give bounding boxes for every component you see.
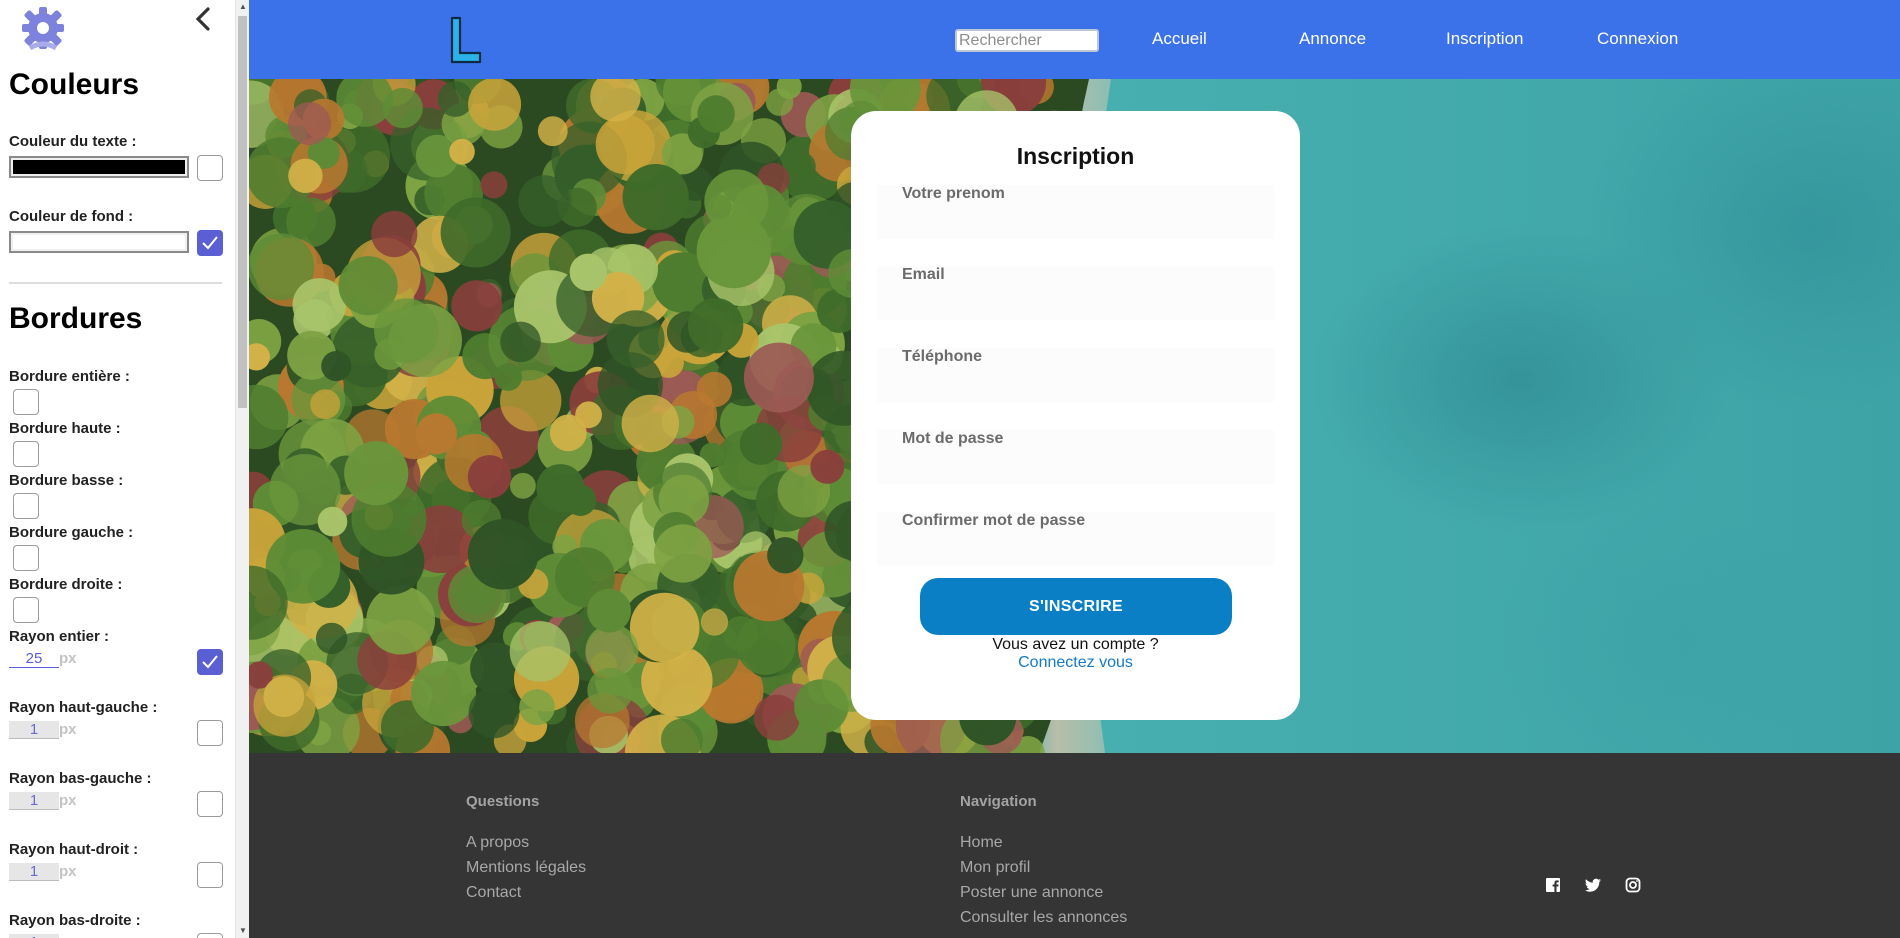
have-account-text: Vous avez un compte ? [992,636,1159,653]
border-bottom-checkbox[interactable] [13,493,39,519]
border-full-checkbox[interactable] [13,389,39,415]
radius-top-left-input[interactable]: 1 [9,721,59,739]
checkmark-icon [202,236,218,250]
nav-link-connexion[interactable]: Connexion [1597,29,1678,49]
phone-placeholder: Téléphone [902,348,983,365]
footer-heading-questions: Questions [466,793,540,810]
radius-top-right-unit: px [59,863,77,880]
radius-top-right-checkbox[interactable] [197,862,223,888]
firstname-field[interactable]: Votre prenom [877,185,1274,239]
scroll-down-arrow-icon[interactable]: ▼ [238,926,248,936]
password-placeholder: Mot de passe [902,430,1004,447]
footer-link-a-propos[interactable]: A propos [466,834,529,852]
border-right-label: Bordure droite : [9,576,123,593]
footer-link-poster[interactable]: Poster une annonce [960,884,1103,902]
nav-link-accueil[interactable]: Accueil [1152,29,1207,49]
email-placeholder: Email [902,266,945,283]
radius-full-label: Rayon entier : [9,628,110,645]
login-link[interactable]: Connectez vous [851,654,1300,672]
confirm-password-placeholder: Confirmer mot de passe [902,512,1086,529]
radius-bottom-left-unit: px [59,792,77,809]
radius-bottom-right-input[interactable]: 1 [9,934,59,938]
radius-full-input[interactable]: 25 [9,650,59,668]
radius-bottom-left-checkbox[interactable] [197,791,223,817]
border-top-label: Bordure haute : [9,420,121,437]
radius-bottom-right-checkbox[interactable] [197,933,223,938]
style-editor-panel: Couleurs Couleur du texte : Couleur de f… [0,0,235,938]
bg-color-label: Couleur de fond : [9,208,134,225]
panel-scrollbar[interactable]: ▲ ▼ [235,0,249,938]
footer: Questions A propos Mentions légales Cont… [249,753,1900,938]
footer-link-contact[interactable]: Contact [466,884,521,902]
nav-link-annonce[interactable]: Annonce [1299,29,1366,49]
border-right-checkbox[interactable] [13,597,39,623]
search-input[interactable] [955,29,1099,52]
border-left-label: Bordure gauche : [9,524,134,541]
site-logo[interactable] [446,15,484,65]
gear-icon[interactable] [18,4,68,54]
hero-background: Inscription Votre prenom Email Téléphone… [249,79,1900,753]
checkmark-icon [202,655,218,669]
signup-card: Inscription Votre prenom Email Téléphone… [851,111,1300,720]
radius-bottom-left-input[interactable]: 1 [9,792,59,810]
confirm-password-field[interactable]: Confirmer mot de passe [877,512,1274,566]
radius-full-checkbox[interactable] [197,649,223,675]
email-field[interactable]: Email [877,266,1274,320]
instagram-icon[interactable] [1624,876,1642,894]
border-bottom-label: Bordure basse : [9,472,124,489]
navbar: Accueil Annonce Inscription Connexion [249,0,1900,79]
chevron-left-icon[interactable] [190,4,216,34]
bg-color-checkbox[interactable] [197,230,223,256]
radius-bottom-right-label: Rayon bas-droite : [9,912,141,929]
radius-full-unit: px [59,650,77,667]
password-field[interactable]: Mot de passe [877,430,1274,484]
scroll-up-arrow-icon[interactable]: ▲ [238,2,248,12]
radius-top-right-label: Rayon haut-droit : [9,841,139,858]
nav-link-inscription[interactable]: Inscription [1446,29,1523,49]
footer-link-home[interactable]: Home [960,834,1003,852]
footer-link-consulter[interactable]: Consulter les annonces [960,909,1127,927]
signup-button[interactable]: S'INSCRIRE [920,578,1232,635]
radius-bottom-left-label: Rayon bas-gauche : [9,770,152,787]
footer-link-mentions[interactable]: Mentions légales [466,859,586,877]
footer-heading-navigation: Navigation [960,793,1037,810]
radius-top-left-checkbox[interactable] [197,720,223,746]
twitter-icon[interactable] [1584,876,1602,894]
radius-top-left-label: Rayon haut-gauche : [9,699,158,716]
firstname-placeholder: Votre prenom [902,185,1005,202]
section-divider [9,282,222,284]
radius-top-left-unit: px [59,721,77,738]
text-color-picker[interactable] [9,156,189,178]
section-title-couleurs: Couleurs [9,68,140,101]
border-full-label: Bordure entière : [9,368,130,385]
radius-top-right-input[interactable]: 1 [9,863,59,881]
website-preview: Accueil Annonce Inscription Connexion In… [249,0,1900,938]
phone-field[interactable]: Téléphone [877,348,1274,402]
section-title-bordures: Bordures [9,302,143,335]
border-left-checkbox[interactable] [13,545,39,571]
facebook-icon[interactable] [1544,876,1562,894]
signup-title: Inscription [1016,143,1135,169]
scrollbar-thumb[interactable] [238,16,247,408]
border-top-checkbox[interactable] [13,441,39,467]
text-color-checkbox[interactable] [197,155,223,181]
bg-color-picker[interactable] [9,231,189,253]
text-color-label: Couleur du texte : [9,133,137,150]
footer-link-profil[interactable]: Mon profil [960,859,1030,877]
